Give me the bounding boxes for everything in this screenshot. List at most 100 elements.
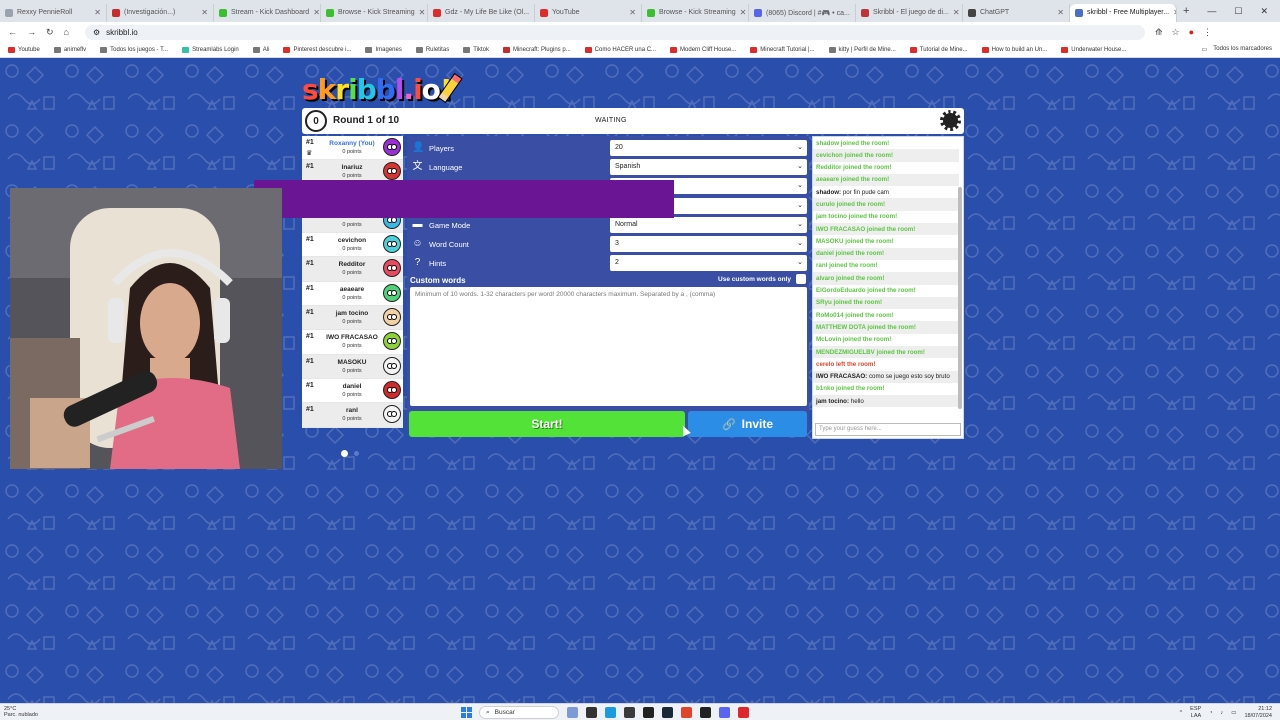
browser-tab[interactable]: ChatGPT ✕ <box>963 3 1070 22</box>
browser-tab[interactable]: (Investigación...) ✕ <box>107 3 214 22</box>
widgets-icon[interactable] <box>567 707 578 718</box>
browser-tab[interactable]: YouTube ✕ <box>535 3 642 22</box>
new-tab-icon[interactable]: + <box>1183 5 1189 17</box>
opera-icon[interactable] <box>738 707 749 718</box>
edge-icon[interactable] <box>605 707 616 718</box>
player-row[interactable]: #1 IWO FRACASAO 0 points <box>302 330 403 355</box>
start-button[interactable]: Start! <box>409 411 685 437</box>
bookmark-item[interactable]: Minecraft: Plugins p... <box>502 46 571 53</box>
player-row[interactable]: #1 Redditor 0 points <box>302 257 403 282</box>
tab-close-icon[interactable]: ✕ <box>313 8 320 17</box>
bookmark-item[interactable]: Modern Cliff House... <box>670 46 736 53</box>
app-icon[interactable] <box>624 707 635 718</box>
bookmark-item[interactable]: Tiktok <box>463 46 489 53</box>
bookmark-item[interactable]: Como HACER una C... <box>584 46 656 53</box>
player-points: 0 points <box>342 416 362 423</box>
maximize-icon[interactable]: ☐ <box>1234 6 1242 17</box>
custom-words-checkbox[interactable] <box>796 274 806 284</box>
translate-icon[interactable]: ⟰ <box>1155 27 1163 38</box>
bookmark-item[interactable]: Youtube <box>8 46 40 53</box>
invite-button[interactable]: 🔗 Invite <box>688 411 807 437</box>
tab-close-icon[interactable]: ✕ <box>1173 8 1176 17</box>
player-row[interactable]: #1 ranl 0 points <box>302 403 403 428</box>
browser-tab[interactable]: Skribbl - El juego de di... ✕ <box>856 3 963 22</box>
url-field[interactable]: ⚙ skribbl.io <box>84 24 1145 40</box>
tray-chevron-icon[interactable]: ^ <box>1180 710 1183 716</box>
settings-gear-icon[interactable] <box>940 110 961 131</box>
battery-icon[interactable]: ▭ <box>1231 710 1236 716</box>
taskbar-clock[interactable]: 21:12 18/07/2024 <box>1244 706 1272 719</box>
home-icon[interactable]: ⌂ <box>64 27 69 37</box>
windows-start-icon[interactable] <box>461 707 472 718</box>
setting-select[interactable]: Normal ⌄ <box>610 217 807 233</box>
site-info-icon[interactable]: ⚙ <box>93 28 100 37</box>
bookmark-item[interactable]: Streamlabs Login <box>182 46 239 53</box>
player-row[interactable]: #1 ♛ Roxanny (You) 0 points <box>302 136 403 161</box>
bookmark-item[interactable]: animeflv <box>53 46 86 53</box>
steam-icon[interactable] <box>662 707 673 718</box>
chevron-down-icon: ⌄ <box>797 144 803 151</box>
bookmark-item[interactable]: How to build an Un... <box>981 46 1047 53</box>
bookmark-item[interactable]: Underwater House... <box>1061 46 1126 53</box>
browser-tab[interactable]: Gdz - My Life Be Like (Ol...✕ <box>428 3 535 22</box>
use-custom-words-toggle[interactable]: Use custom words only <box>718 274 806 284</box>
bookmark-item[interactable]: Imagenes <box>365 46 402 53</box>
guess-input[interactable]: Type your guess here... <box>815 423 961 436</box>
minimize-icon[interactable]: — <box>1207 6 1216 17</box>
chrome-icon[interactable] <box>681 707 692 718</box>
tab-close-icon[interactable]: ✕ <box>629 8 636 17</box>
player-row[interactable]: #1 aeaeare 0 points <box>302 282 403 307</box>
app-m2-icon[interactable] <box>700 707 711 718</box>
bookmark-item[interactable]: Tutorial de Mine... <box>909 46 968 53</box>
browser-tab[interactable]: Browse - Kick Streaming ✕ <box>321 3 428 22</box>
setting-select[interactable]: Spanish ⌄ <box>610 159 807 175</box>
browser-tab[interactable]: skribbl - Free Multiplayer...✕ <box>1070 3 1177 22</box>
setting-select[interactable]: 3 ⌄ <box>610 236 807 252</box>
discord-icon[interactable] <box>719 707 730 718</box>
app-m-icon[interactable] <box>643 707 654 718</box>
all-bookmarks-folder[interactable]: ▭ Todos los marcadores <box>1202 46 1272 53</box>
window-controls: — ☐ ✕ <box>1207 6 1280 17</box>
bookmark-item[interactable]: Minecraft Tutorial |... <box>750 46 815 53</box>
bookmark-item[interactable]: Ali <box>252 46 269 53</box>
back-icon[interactable]: ← <box>8 27 17 37</box>
browser-tab[interactable]: (8065) Discord | #🎮 • ca...✕ <box>749 3 856 22</box>
weather-widget[interactable]: 25°C Parc. nublado <box>4 706 38 718</box>
browser-tab[interactable]: Browse - Kick Streaming ✕ <box>642 3 749 22</box>
chat-scrollbar[interactable] <box>958 187 962 409</box>
file-explorer-icon[interactable] <box>586 707 597 718</box>
setting-select[interactable]: 2 ⌄ <box>610 255 807 271</box>
tab-close-icon[interactable]: ✕ <box>1057 8 1064 17</box>
volume-icon[interactable]: ♪ <box>1221 710 1224 716</box>
player-row[interactable]: #1 cevichon 0 points <box>302 233 403 258</box>
player-row[interactable]: #1 jam tocino 0 points <box>302 306 403 331</box>
bookmark-item[interactable]: Todos los juegos - T... <box>100 46 168 53</box>
setting-select[interactable]: 20 ⌄ <box>610 140 807 156</box>
tab-close-icon[interactable]: ✕ <box>953 8 960 17</box>
carousel-dot[interactable] <box>354 451 359 456</box>
carousel-dot-active[interactable] <box>341 450 348 457</box>
browser-tab[interactable]: Stream - Kick Dashboard ✕ <box>214 3 321 22</box>
browser-tab[interactable]: Rexxy PennieRoll ✕ <box>0 3 107 22</box>
forward-icon[interactable]: → <box>27 27 36 37</box>
bookmark-item[interactable]: kitty | Perfil de Mine... <box>828 46 896 53</box>
bookmark-item[interactable]: Pinterest descubre i... <box>283 46 351 53</box>
bookmark-item[interactable]: Ruletitas <box>415 46 449 53</box>
extension-icon[interactable]: ● <box>1189 27 1194 38</box>
tab-close-icon[interactable]: ✕ <box>201 8 208 17</box>
tab-close-icon[interactable]: ✕ <box>419 8 426 17</box>
menu-icon[interactable]: ⋮ <box>1203 27 1212 38</box>
custom-words-textarea[interactable]: Minimum of 10 words. 1-32 characters per… <box>410 287 807 406</box>
close-icon[interactable]: ✕ <box>1260 6 1268 17</box>
tab-close-icon[interactable]: ✕ <box>94 8 101 17</box>
bookmark-icon <box>750 46 758 53</box>
wifi-icon[interactable]: ◔ <box>1209 710 1212 716</box>
bookmark-star-icon[interactable]: ☆ <box>1172 27 1180 38</box>
player-row[interactable]: #1 MASOKU 0 points <box>302 354 403 379</box>
player-row[interactable]: #1 daniel 0 points <box>302 379 403 404</box>
taskbar-search[interactable]: ⌕ Buscar <box>479 706 559 719</box>
tab-close-icon[interactable]: ✕ <box>740 8 747 17</box>
player-avatar-icon <box>383 259 401 278</box>
reload-icon[interactable]: ↻ <box>46 27 54 38</box>
chevron-down-icon: ⌄ <box>797 202 803 209</box>
